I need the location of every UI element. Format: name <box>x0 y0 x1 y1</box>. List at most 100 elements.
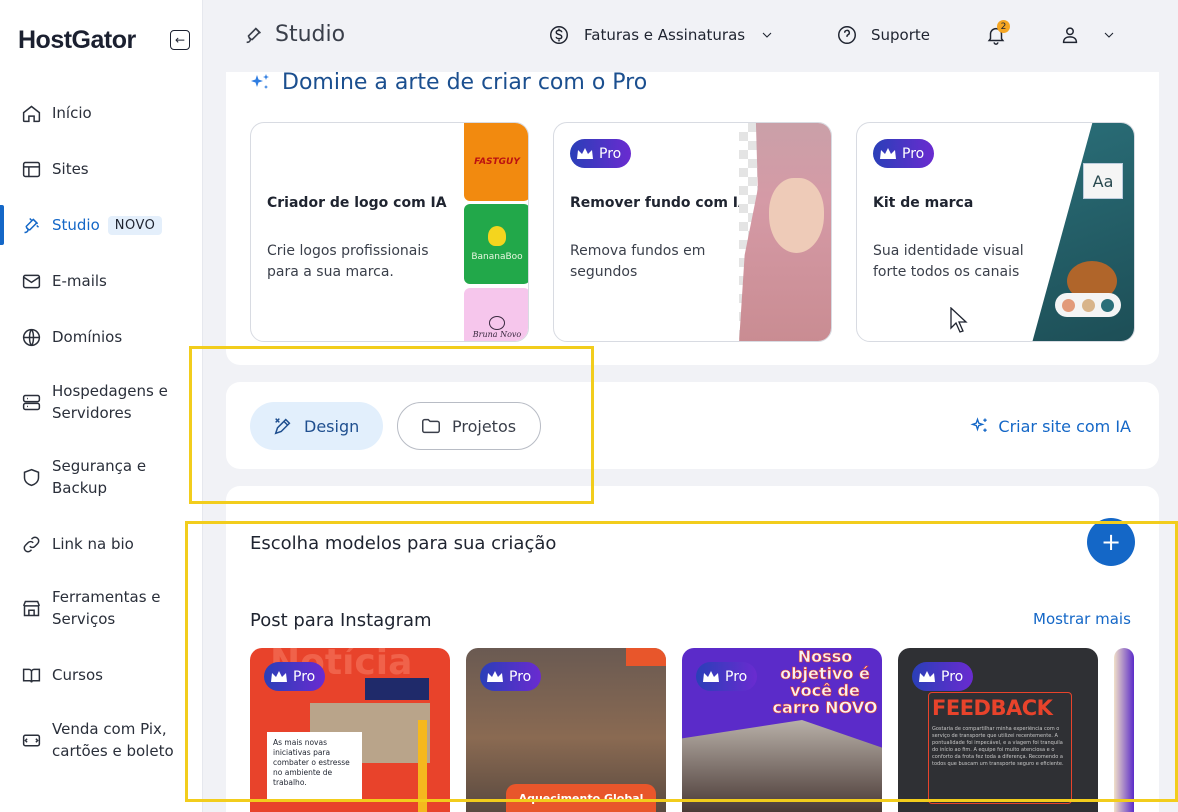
template-card-carro[interactable]: Nosso objetivo é você de carro NOVO Pro <box>682 648 882 812</box>
color-palette <box>1055 293 1121 317</box>
logo-row: HostGator ← <box>18 24 190 56</box>
template-photo <box>682 720 882 812</box>
top-bar: Studio Faturas e Assinaturas Suporte 2 <box>203 0 1178 72</box>
studio-brush-icon <box>19 213 43 237</box>
logo-sample-text: Bruna Novo <box>472 330 522 339</box>
pro-badge-label: Pro <box>941 668 964 685</box>
card-description: Sua identidade visual forte todos os can… <box>873 243 1024 280</box>
pro-badge: Pro <box>264 662 326 691</box>
create-ai-site-link[interactable]: Criar site com IA <box>970 416 1131 436</box>
card-title: Remover fundo com IA <box>570 195 749 211</box>
template-card-noticia[interactable]: Notícia As mais novas iniciativas para c… <box>250 648 450 812</box>
pro-badge: Pro <box>912 662 974 691</box>
chevron-down-icon <box>762 32 772 38</box>
sidebar-item-seguranca[interactable]: Segurança e Backup <box>0 455 202 499</box>
hostgator-logo[interactable]: HostGator <box>18 26 136 55</box>
payment-icon <box>19 728 43 752</box>
sidebar-item-emails[interactable]: E-mails <box>0 269 202 293</box>
template-accent <box>626 648 666 666</box>
sidebar-item-hospedagens[interactable]: Hospedagens e Servidores <box>0 380 202 424</box>
tab-design-label: Design <box>304 416 360 436</box>
crown-icon <box>577 147 593 159</box>
sidebar-item-label: Domínios <box>52 328 123 346</box>
sidebar-item-label: Hospedagens e Servidores <box>52 382 168 422</box>
support-menu[interactable]: Suporte <box>836 24 930 46</box>
mouse-cursor-icon <box>950 307 968 333</box>
sidebar-item-dominios[interactable]: Domínios <box>0 325 202 349</box>
card-title: Criador de logo com IA <box>267 195 447 211</box>
sparkles-icon <box>251 73 269 89</box>
crown-icon <box>271 670 287 682</box>
tab-projects-label: Projetos <box>452 416 517 436</box>
pencil-ruler-icon <box>274 418 291 435</box>
template-block <box>365 678 429 700</box>
notifications-button[interactable]: 2 <box>985 20 1010 46</box>
shield-icon <box>19 465 43 489</box>
face-shape <box>769 178 824 253</box>
help-circle-icon <box>838 26 856 44</box>
logo-sample-text: FASTGUY <box>474 157 520 167</box>
sidebar-item-sites[interactable]: Sites <box>0 157 202 181</box>
sidebar-item-label: Ferramentas e Serviços <box>52 588 161 628</box>
template-card-partial[interactable] <box>1114 648 1134 812</box>
account-menu[interactable] <box>1059 24 1117 46</box>
card-description: Crie logos profissionais para a sua marc… <box>267 243 429 280</box>
sidebar-item-link-bio[interactable]: Link na bio <box>0 532 202 556</box>
sidebar-item-ferramentas[interactable]: Ferramentas e Serviços <box>0 586 202 630</box>
store-icon <box>19 596 43 620</box>
palette-swatch <box>1061 298 1075 312</box>
logo-sample-text: BananaBoo <box>471 252 523 262</box>
sidebar-item-label: Venda com Pix, cartões e boleto <box>52 720 174 760</box>
banana-icon <box>488 226 506 246</box>
layout-icon <box>19 157 43 181</box>
globe-icon <box>19 325 43 349</box>
promo-title-text: Domine a arte de criar com o Pro <box>282 70 648 95</box>
pro-badge: Pro <box>570 139 632 168</box>
server-icon <box>19 390 43 414</box>
remove-background-card[interactable]: Pro Remover fundo com IA Remova fundos e… <box>553 122 832 342</box>
pro-badge: Pro <box>696 662 758 691</box>
pro-badge-label: Pro <box>725 668 748 685</box>
promo-title: Domine a arte de criar com o Pro <box>248 70 647 95</box>
support-label: Suporte <box>871 26 931 44</box>
book-icon <box>19 663 43 687</box>
crown-icon <box>880 147 896 159</box>
template-caption: Aquecimento Global <box>506 784 656 812</box>
sidebar-item-cursos[interactable]: Cursos <box>0 663 202 687</box>
notification-count: 2 <box>997 20 1010 33</box>
studio-brush-icon <box>246 26 262 43</box>
template-card-aquecimento[interactable]: Aquecimento Global Pro <box>466 648 666 812</box>
tab-projects[interactable]: Projetos <box>397 402 542 450</box>
template-card-feedback[interactable]: FEEDBACK Gostaria de compartilhar minha … <box>898 648 1098 812</box>
collapse-sidebar-icon[interactable]: ← <box>170 30 190 50</box>
sidebar-item-label: Cursos <box>52 666 103 684</box>
card-description: Remova fundos em segundos <box>570 243 706 280</box>
crown-icon <box>919 670 935 682</box>
billing-menu[interactable]: Faturas e Assinaturas <box>548 24 775 46</box>
user-icon <box>1062 27 1078 44</box>
heart-icon <box>489 316 505 330</box>
logo-sample-fastguy: FASTGUY <box>464 123 528 201</box>
sidebar-item-label: E-mails <box>52 272 107 290</box>
brand-kit-card[interactable]: Pro Kit de marca Sua identidade visual f… <box>856 122 1135 342</box>
page-title-text: Studio <box>275 22 346 47</box>
template-frame <box>928 692 1072 804</box>
template-headline: Nosso objetivo é você de carro NOVO <box>772 648 878 717</box>
add-button[interactable]: + <box>1087 518 1135 566</box>
tab-design[interactable]: Design <box>250 402 384 450</box>
sidebar: HostGator ← Início Sites Studio NOVO E-m… <box>0 0 203 812</box>
font-sample: Aa <box>1083 163 1123 199</box>
show-more-link[interactable]: Mostrar mais <box>1033 610 1131 628</box>
link-icon <box>19 532 43 556</box>
logo-sample-bananaboo: BananaBoo <box>464 204 528 284</box>
sidebar-item-label: Link na bio <box>52 535 134 553</box>
logo-creator-card[interactable]: Criador de logo com IA Crie logos profis… <box>250 122 529 342</box>
templates-title: Escolha modelos para sua criação <box>250 533 557 554</box>
sidebar-item-studio[interactable]: Studio NOVO <box>0 205 202 245</box>
palette-swatch <box>1101 298 1115 312</box>
card-title: Kit de marca <box>873 195 974 211</box>
sidebar-item-venda[interactable]: Venda com Pix, cartões e boleto <box>0 718 202 762</box>
mail-icon <box>19 269 43 293</box>
template-text: As mais novas iniciativas para combater … <box>267 732 362 802</box>
sidebar-item-inicio[interactable]: Início <box>0 101 202 125</box>
